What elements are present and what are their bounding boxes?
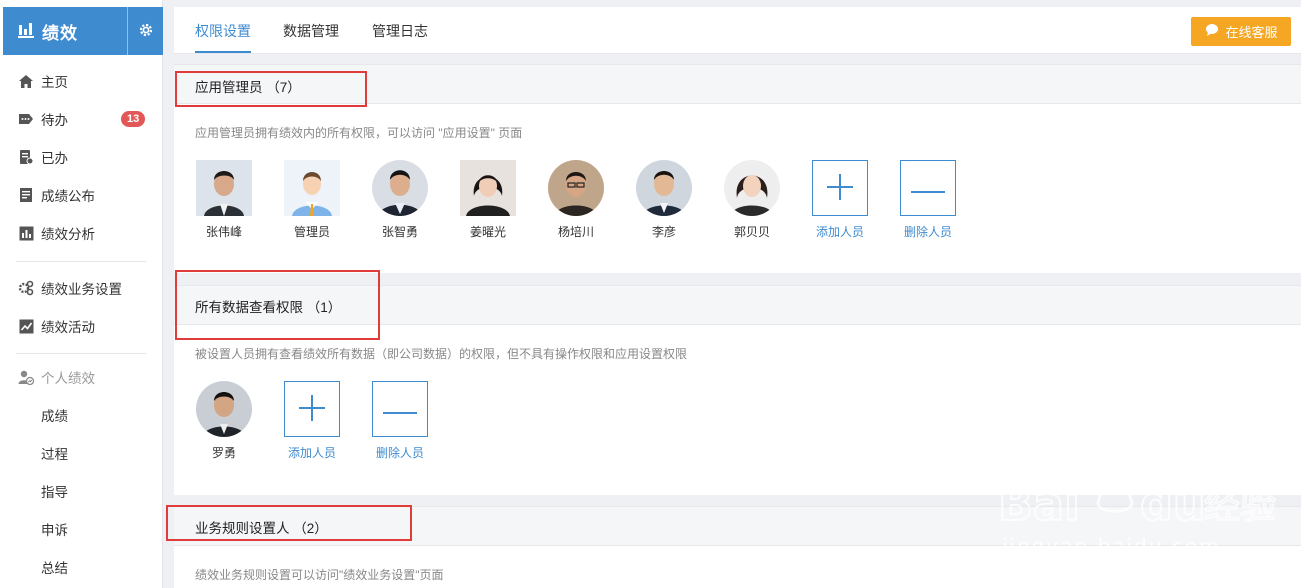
chat-bubble-icon bbox=[1204, 23, 1225, 40]
avatar bbox=[372, 160, 428, 216]
home-icon bbox=[18, 73, 34, 89]
nav-item-activities[interactable]: 绩效活动 bbox=[0, 307, 162, 345]
nav-subitem-guidance[interactable]: 指导 bbox=[41, 472, 68, 510]
minus-icon bbox=[383, 402, 417, 417]
nav-label: 已办 bbox=[41, 151, 68, 166]
nav-item-done[interactable]: 已办 bbox=[0, 138, 162, 176]
minus-icon bbox=[911, 181, 945, 196]
todo-icon bbox=[18, 111, 34, 127]
plus-icon bbox=[827, 173, 853, 203]
user-chart-icon bbox=[18, 369, 34, 385]
member-admin[interactable]: 管理员 bbox=[283, 160, 341, 240]
nav-label: 主页 bbox=[41, 75, 68, 90]
brand-home-link[interactable]: 绩效 bbox=[3, 7, 127, 55]
todo-count-badge: 13 bbox=[121, 111, 146, 127]
nav-label: 绩效分析 bbox=[41, 227, 95, 242]
done-doc-icon bbox=[18, 149, 34, 165]
member-name: 郭贝贝 bbox=[733, 225, 770, 239]
top-tab-bar: 权限设置 数据管理 管理日志 在线客服 bbox=[174, 7, 1301, 54]
remove-member-label[interactable]: 删除人员 bbox=[899, 223, 957, 240]
member-name: 罗勇 bbox=[211, 446, 236, 460]
nav-item-todo[interactable]: 待办 13 bbox=[0, 100, 162, 138]
analysis-chart-icon bbox=[18, 225, 34, 241]
avatar bbox=[636, 160, 692, 216]
tab-management-log[interactable]: 管理日志 bbox=[372, 7, 428, 54]
section-description: 应用管理员拥有绩效内的所有权限，可以访问 "应用设置" 页面 bbox=[195, 126, 523, 140]
list-doc-icon bbox=[18, 187, 34, 203]
highlight-box bbox=[175, 270, 380, 340]
tab-data-management[interactable]: 数据管理 bbox=[283, 7, 339, 54]
add-box[interactable] bbox=[284, 381, 340, 437]
member-guobeibei[interactable]: 郭贝贝 bbox=[723, 160, 781, 240]
avatar bbox=[548, 160, 604, 216]
nav-label: 个人绩效 bbox=[41, 371, 95, 386]
settings-gear-icon bbox=[18, 280, 34, 296]
member-jiangyaoguang[interactable]: 姜曜光 bbox=[459, 160, 517, 240]
member-name: 杨培川 bbox=[557, 225, 594, 239]
tab-permissions[interactable]: 权限设置 bbox=[195, 7, 251, 54]
remove-member-button[interactable]: 删除人员 bbox=[899, 160, 957, 240]
remove-box[interactable] bbox=[372, 381, 428, 437]
activity-chart-icon bbox=[18, 318, 34, 334]
member-yangpeichuan[interactable]: 杨培川 bbox=[547, 160, 605, 240]
support-label: 在线客服 bbox=[1225, 25, 1278, 40]
add-box[interactable] bbox=[812, 160, 868, 216]
avatar bbox=[196, 160, 252, 216]
nav-divider bbox=[16, 261, 146, 262]
online-support-button[interactable]: 在线客服 bbox=[1191, 17, 1291, 46]
sidebar: 绩效 主页 待办 13 已办 成绩公布 绩效分析 绩效业务设置 绩效活动 个人绩… bbox=[0, 0, 163, 588]
nav-item-analysis[interactable]: 绩效分析 bbox=[0, 214, 162, 252]
nav-subitem-summary[interactable]: 总结 bbox=[41, 548, 68, 586]
nav-subitem-results[interactable]: 成绩 bbox=[41, 396, 68, 434]
remove-member-label[interactable]: 删除人员 bbox=[371, 444, 429, 461]
highlight-box bbox=[166, 505, 412, 541]
member-name: 张伟峰 bbox=[205, 225, 242, 239]
plus-icon bbox=[299, 394, 325, 424]
avatar bbox=[460, 160, 516, 216]
avatar bbox=[284, 160, 340, 216]
nav-subitem-process[interactable]: 过程 bbox=[41, 434, 68, 472]
app-title: 绩效 bbox=[42, 23, 78, 43]
avatar bbox=[724, 160, 780, 216]
section-description: 被设置人员拥有查看绩效所有数据（即公司数据）的权限，但不具有操作权限和应用设置权… bbox=[195, 347, 688, 361]
member-luoyong[interactable]: 罗勇 bbox=[195, 381, 253, 461]
nav-subitem-appeal[interactable]: 申诉 bbox=[41, 510, 68, 548]
nav-item-home[interactable]: 主页 bbox=[0, 62, 162, 100]
nav-item-business-settings[interactable]: 绩效业务设置 bbox=[0, 269, 162, 307]
remove-box[interactable] bbox=[900, 160, 956, 216]
remove-member-button[interactable]: 删除人员 bbox=[371, 381, 429, 461]
member-zhangweifeng[interactable]: 张伟峰 bbox=[195, 160, 253, 240]
highlight-box bbox=[175, 71, 367, 107]
settings-button[interactable] bbox=[128, 7, 163, 55]
nav-divider bbox=[16, 353, 146, 354]
member-zhangzhiyong[interactable]: 张智勇 bbox=[371, 160, 429, 240]
member-name: 张智勇 bbox=[381, 225, 418, 239]
member-name: 李彦 bbox=[651, 225, 676, 239]
section-description: 绩效业务规则设置可以访问"绩效业务设置"页面 bbox=[195, 568, 444, 582]
avatar bbox=[196, 381, 252, 437]
member-name: 姜曜光 bbox=[469, 225, 506, 239]
add-member-button[interactable]: 添加人员 bbox=[283, 381, 341, 461]
member-name: 管理员 bbox=[293, 225, 330, 239]
nav-section-personal: 个人绩效 bbox=[0, 358, 162, 396]
nav-label: 成绩公布 bbox=[41, 189, 95, 204]
add-member-button[interactable]: 添加人员 bbox=[811, 160, 869, 240]
nav-label: 待办 bbox=[41, 113, 68, 128]
app-brand: 绩效 bbox=[3, 7, 163, 55]
add-member-label[interactable]: 添加人员 bbox=[283, 444, 341, 461]
nav-item-results-publish[interactable]: 成绩公布 bbox=[0, 176, 162, 214]
nav-label: 绩效业务设置 bbox=[41, 282, 122, 297]
member-liyan[interactable]: 李彦 bbox=[635, 160, 693, 240]
active-tab-indicator bbox=[195, 51, 251, 53]
bar-chart-icon bbox=[17, 22, 35, 41]
gear-icon bbox=[138, 22, 154, 41]
add-member-label[interactable]: 添加人员 bbox=[811, 223, 869, 240]
nav-label: 绩效活动 bbox=[41, 320, 95, 335]
